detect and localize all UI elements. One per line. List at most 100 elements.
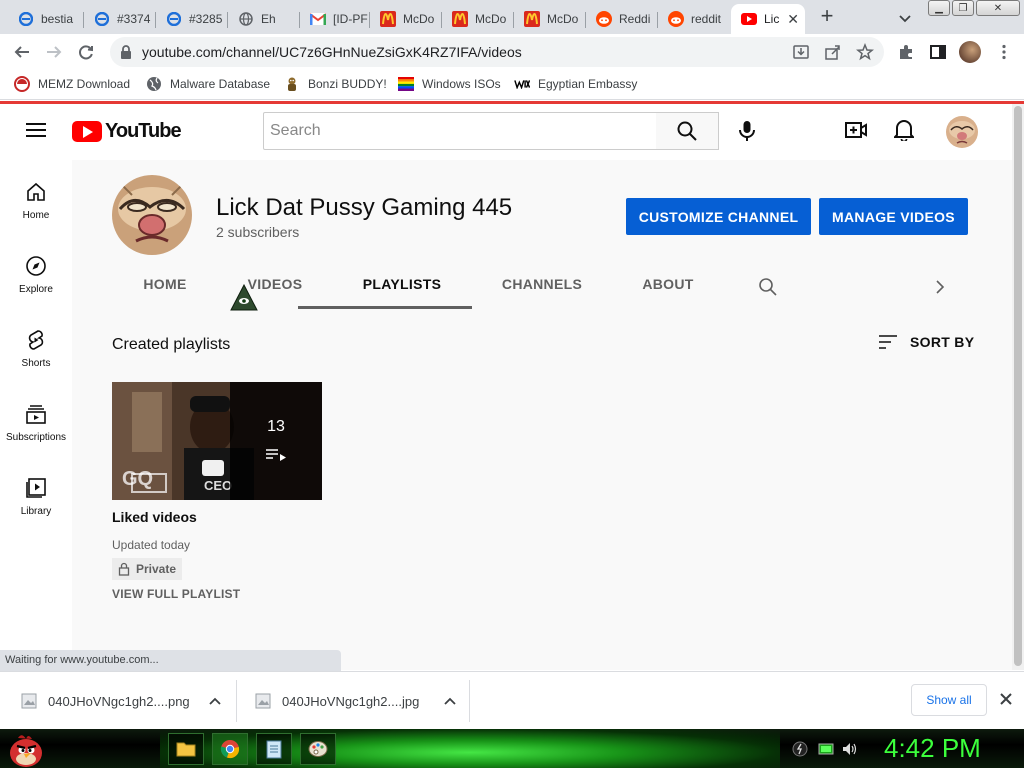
- browser-tab-10[interactable]: reddit: [658, 4, 730, 34]
- youtube-icon: [741, 11, 757, 27]
- download-filename: 040JHoVNgc1gh2....jpg: [282, 693, 420, 709]
- install-app-icon[interactable]: [792, 43, 810, 61]
- manage-videos-button[interactable]: MANAGE VIDEOS: [819, 198, 968, 235]
- taskbar-explorer[interactable]: [168, 733, 204, 765]
- chevron-up-icon[interactable]: [208, 694, 222, 708]
- guide-item-subscriptions[interactable]: Subscriptions: [0, 402, 72, 476]
- guide-item-shorts[interactable]: Shorts: [0, 328, 72, 402]
- close-shelf-icon[interactable]: [999, 692, 1013, 711]
- browser-tab-active[interactable]: Lic ✕: [731, 4, 805, 34]
- voice-search-button[interactable]: [732, 116, 762, 146]
- search-button[interactable]: [656, 112, 719, 150]
- tab-search-icon[interactable]: [895, 8, 915, 28]
- notifications-button[interactable]: [892, 118, 916, 142]
- browser-tab-1[interactable]: bestia: [8, 4, 84, 34]
- playlist-title[interactable]: Liked videos: [112, 509, 197, 525]
- globe-icon: [146, 76, 162, 92]
- guide-menu-button[interactable]: [26, 123, 46, 137]
- reddit-icon: [668, 11, 684, 27]
- volume-tray-icon[interactable]: [842, 741, 858, 757]
- create-video-button[interactable]: [844, 118, 868, 142]
- start-button[interactable]: [4, 730, 46, 768]
- tab-about[interactable]: ABOUT: [634, 276, 702, 308]
- playlist-thumbnail[interactable]: GQ CEO 13: [112, 382, 322, 500]
- browser-tab-8[interactable]: McDo: [514, 4, 586, 34]
- browser-tab-3[interactable]: #3285: [156, 4, 228, 34]
- reload-button[interactable]: [74, 40, 98, 64]
- show-all-downloads-button[interactable]: Show all: [911, 684, 987, 716]
- extensions-icon[interactable]: [897, 43, 915, 61]
- tab-label: McDo: [403, 12, 435, 26]
- taskbar-chrome[interactable]: [212, 733, 248, 765]
- gmail-icon: [310, 11, 326, 27]
- network-tray-icon[interactable]: [792, 741, 808, 757]
- browser-tab-7[interactable]: McDo: [442, 4, 514, 34]
- forward-button[interactable]: [42, 40, 66, 64]
- compass-icon: [26, 256, 46, 276]
- bookmark-windows-isos[interactable]: Windows ISOs: [398, 76, 501, 92]
- search-input[interactable]: [264, 113, 656, 149]
- mcdonalds-icon: [380, 11, 396, 27]
- chrome-icon: [220, 740, 240, 759]
- browser-tab-4[interactable]: Eh: [228, 4, 300, 34]
- tab-label: #3285: [189, 12, 223, 26]
- minimize-button[interactable]: ▁: [928, 0, 950, 16]
- scrollbar-thumb[interactable]: [1014, 106, 1022, 666]
- customize-channel-button[interactable]: CUSTOMIZE CHANNEL: [626, 198, 811, 235]
- tab-home[interactable]: HOME: [134, 276, 196, 308]
- browser-tab-2[interactable]: #3374: [84, 4, 156, 34]
- channel-search-icon[interactable]: [758, 277, 778, 302]
- window-close-button[interactable]: ✕: [976, 0, 1020, 16]
- playlist-count-overlay: 13: [230, 382, 322, 500]
- bookmark-memz[interactable]: MEMZ Download: [14, 76, 130, 92]
- taskbar-clock[interactable]: 4:42 PM: [884, 733, 981, 764]
- back-button[interactable]: [10, 40, 34, 64]
- browser-tab-9[interactable]: Reddi: [586, 4, 658, 34]
- image-file-icon: [255, 693, 271, 709]
- restore-button[interactable]: ❐: [952, 0, 974, 16]
- tab-label: McDo: [547, 12, 579, 26]
- browser-tab-6[interactable]: McDo: [370, 4, 442, 34]
- battery-tray-icon[interactable]: [818, 741, 834, 757]
- address-bar[interactable]: youtube.com/channel/UC7z6GHnNueZsiGxK4RZ…: [110, 37, 884, 67]
- guide-item-explore[interactable]: Explore: [0, 254, 72, 328]
- privacy-label: Private: [136, 562, 177, 576]
- download-item[interactable]: 040JHoVNgc1gh2....jpg: [254, 680, 457, 722]
- guide-item-library[interactable]: Library: [0, 476, 72, 550]
- chevron-right-icon[interactable]: [930, 278, 948, 301]
- view-full-playlist-link[interactable]: VIEW FULL PLAYLIST: [112, 587, 240, 601]
- tab-close-icon[interactable]: ✕: [787, 11, 799, 28]
- playlist-updated: Updated today: [112, 538, 191, 552]
- tab-channels[interactable]: CHANNELS: [492, 276, 592, 308]
- url-text[interactable]: youtube.com/channel/UC7z6GHnNueZsiGxK4RZ…: [142, 44, 522, 60]
- tab-label: bestia: [41, 12, 74, 26]
- guide-label: Library: [20, 506, 52, 517]
- tab-label: Reddi: [619, 12, 651, 26]
- lock-icon[interactable]: [120, 45, 132, 64]
- chevron-up-icon[interactable]: [443, 694, 457, 708]
- tab-label: #3374: [117, 12, 151, 26]
- bookmark-egyptian-embassy[interactable]: Egyptian Embassy: [514, 76, 637, 92]
- guide-item-home[interactable]: Home: [0, 180, 72, 254]
- sort-by-label: SORT BY: [910, 334, 975, 350]
- bookmark-bonzi-buddy[interactable]: Bonzi BUDDY!: [284, 76, 387, 92]
- taskbar-notepad[interactable]: [256, 733, 292, 765]
- account-avatar[interactable]: [946, 116, 978, 148]
- browser-tab-5[interactable]: [ID-PF: [300, 4, 370, 34]
- section-title: Created playlists: [112, 336, 231, 353]
- bookmark-star-icon[interactable]: [856, 42, 874, 61]
- search-box[interactable]: [263, 112, 657, 150]
- bookmark-malware-database[interactable]: Malware Database: [146, 76, 270, 92]
- taskbar-paint[interactable]: [300, 733, 336, 765]
- download-item[interactable]: 040JHoVNgc1gh2....png: [20, 680, 222, 722]
- sort-by-button[interactable]: SORT BY: [878, 334, 974, 350]
- tab-playlists[interactable]: PLAYLISTS: [352, 276, 452, 308]
- subscriber-count: 2 subscribers: [216, 224, 300, 240]
- share-icon[interactable]: [824, 43, 842, 61]
- side-panel-icon[interactable]: [929, 43, 947, 61]
- youtube-logo[interactable]: YouTube: [72, 120, 182, 143]
- menu-kebab-icon[interactable]: [995, 43, 1013, 61]
- channel-name: Lick Dat Pussy Gaming 445: [216, 194, 513, 221]
- new-tab-button[interactable]: +: [815, 5, 839, 29]
- profile-avatar[interactable]: [959, 41, 981, 63]
